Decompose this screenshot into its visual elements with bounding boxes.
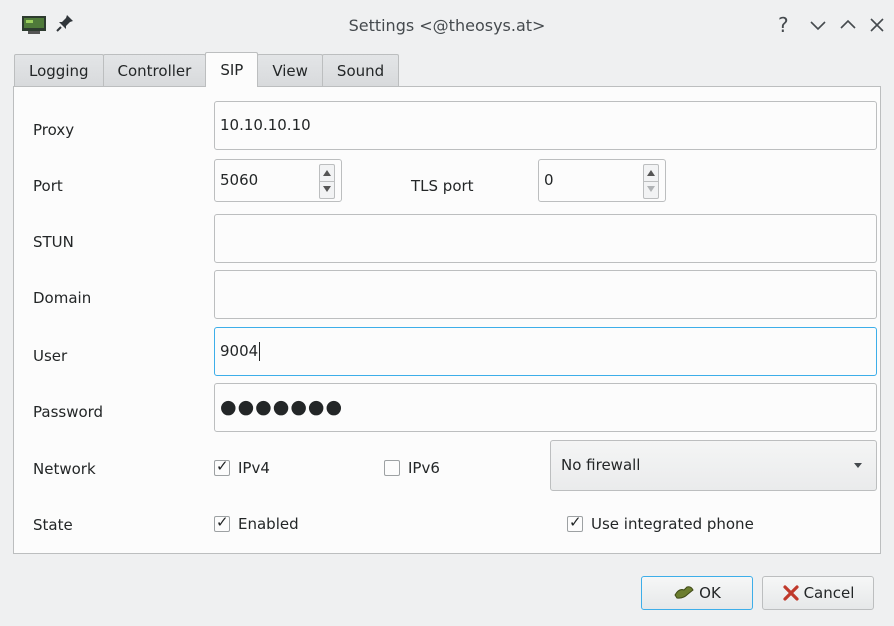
tab-sound[interactable]: Sound [321,54,400,86]
domain-label: Domain [33,289,92,307]
password-label: Password [33,403,104,421]
sip-settings-panel: Proxy 10.10.10.10 Port 5060 TLS port 0 S… [13,86,881,554]
password-value: ●●●●●●● [220,396,344,418]
ipv6-checkbox[interactable]: IPv6 [384,459,440,477]
close-icon[interactable] [864,12,890,38]
tls-port-decrement-button[interactable] [644,181,658,197]
minimize-icon[interactable] [805,12,831,38]
firewall-value: No firewall [561,456,641,474]
title-bar: Settings <@theosys.at> ? [0,0,894,52]
checkbox-box: ✓ [567,513,583,532]
ipv6-label: IPv6 [408,459,440,477]
user-input[interactable]: 9004 [214,327,877,376]
integrated-phone-label: Use integrated phone [591,515,754,533]
domain-input[interactable] [214,270,877,319]
dropdown-arrow-icon [854,463,862,468]
checkbox-box: ✓ [214,457,230,476]
port-spin-buttons [319,164,335,199]
stun-label: STUN [33,233,74,251]
enabled-label: Enabled [238,515,299,533]
checkmark-icon: ✓ [216,457,229,475]
svg-text:?: ? [778,13,789,37]
help-icon[interactable]: ? [772,12,798,38]
ipv4-checkbox[interactable]: ✓ IPv4 [214,457,270,477]
ok-button[interactable]: OK [641,576,753,610]
ok-label: OK [699,584,721,602]
port-increment-button[interactable] [320,165,334,182]
network-label: Network [33,460,96,478]
arrow-up-icon [647,170,655,176]
state-label: State [33,516,73,534]
tab-view[interactable]: View [257,54,323,86]
tab-sip[interactable]: SIP [205,52,259,87]
checkbox-box [384,460,400,476]
cancel-button[interactable]: Cancel [762,576,874,610]
port-label: Port [33,177,63,195]
checkmark-icon: ✓ [216,513,229,531]
proxy-input[interactable]: 10.10.10.10 [214,101,877,150]
port-value: 5060 [220,171,259,189]
checkbox-box: ✓ [214,513,230,532]
proxy-label: Proxy [33,121,75,139]
maximize-icon[interactable] [835,12,861,38]
ok-icon [674,586,694,599]
arrow-down-icon [647,186,655,192]
user-label: User [33,347,68,365]
stun-input[interactable] [214,214,877,263]
text-caret [259,342,261,361]
cancel-label: Cancel [803,584,855,602]
tls-port-value: 0 [544,171,554,189]
user-value: 9004 [220,342,259,360]
arrow-down-icon [323,186,331,192]
tls-port-label: TLS port [411,177,474,195]
port-decrement-button[interactable] [320,181,334,197]
tab-controller[interactable]: Controller [102,54,207,86]
ipv4-label: IPv4 [238,459,270,477]
tls-port-spinbox[interactable]: 0 [538,159,666,202]
enabled-checkbox[interactable]: ✓ Enabled [214,513,299,533]
arrow-up-icon [323,170,331,176]
cancel-icon [782,585,799,601]
tls-port-increment-button[interactable] [644,165,658,182]
window-title: Settings <@theosys.at> [348,16,546,35]
firewall-combobox[interactable]: No firewall [550,440,877,491]
tls-port-spin-buttons [643,164,659,199]
tab-logging[interactable]: Logging [14,54,104,86]
checkmark-icon: ✓ [569,513,582,531]
tab-bar: Logging Controller SIP View Sound [14,52,400,87]
password-input[interactable]: ●●●●●●● [214,383,877,432]
integrated-phone-checkbox[interactable]: ✓ Use integrated phone [567,513,754,533]
port-spinbox[interactable]: 5060 [214,159,342,202]
